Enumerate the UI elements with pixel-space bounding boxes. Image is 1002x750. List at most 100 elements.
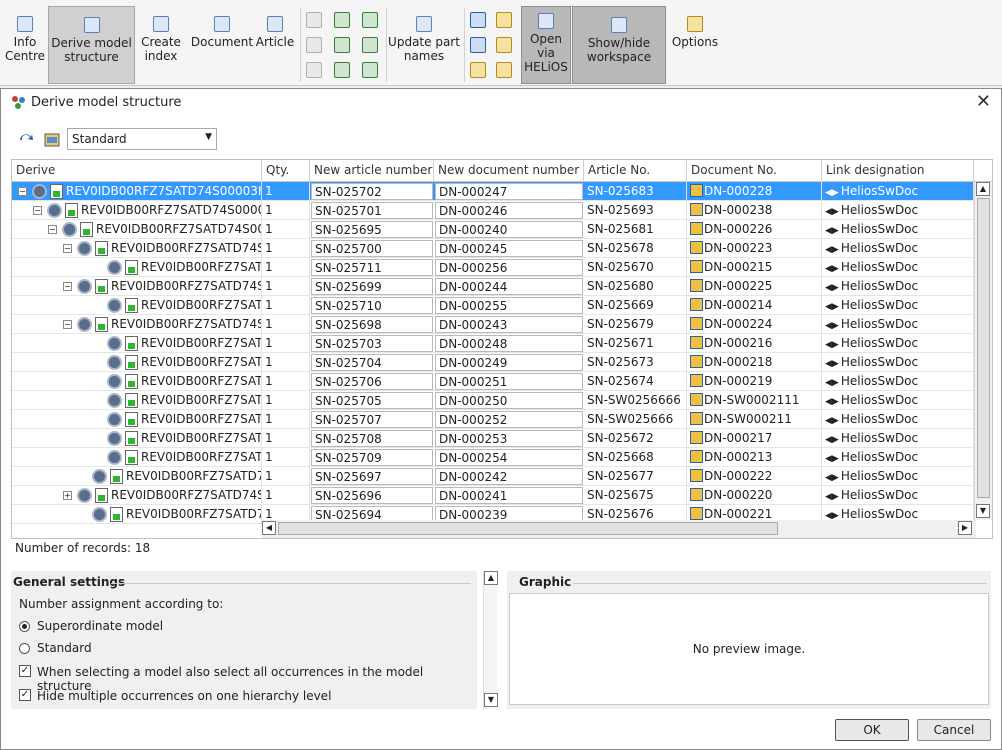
cancel-button[interactable]: Cancel (917, 719, 991, 741)
small-tool-icon[interactable] (306, 37, 322, 53)
close-icon[interactable]: ✕ (976, 91, 991, 112)
expand-toggle-icon[interactable]: − (48, 225, 57, 234)
new-article-number-input[interactable]: SN-025705 (311, 392, 433, 409)
new-article-number-input[interactable]: SN-025708 (311, 430, 433, 447)
scroll-thumb[interactable] (278, 522, 778, 535)
table-row[interactable]: REV0IDB00RFZ7SATD74S(1SN-025704DN-000249… (12, 353, 974, 372)
view-select[interactable]: Standard ▼ (67, 128, 217, 150)
new-document-number-input[interactable]: DN-000245 (435, 240, 583, 257)
table-row[interactable]: REV0IDB00RFZ7SATD74S(1SN-025709DN-000254… (12, 448, 974, 467)
options-button[interactable]: Options (670, 6, 720, 84)
new-article-number-input[interactable]: SN-025704 (311, 354, 433, 371)
expand-toggle-icon[interactable]: − (63, 320, 72, 329)
new-document-number-input[interactable]: DN-000253 (435, 430, 583, 447)
scroll-left-icon[interactable]: ◀ (262, 521, 276, 535)
new-article-number-input[interactable]: SN-025710 (311, 297, 433, 314)
checkbox-hide-multiple[interactable]: ✓ (19, 689, 31, 701)
folder-tool-icon[interactable] (470, 62, 486, 78)
new-document-number-input[interactable]: DN-000255 (435, 297, 583, 314)
expand-toggle-icon[interactable]: + (63, 491, 72, 500)
column-header-qty[interactable]: Qty. (262, 160, 310, 182)
column-header-new-article-number[interactable]: New article number (310, 160, 434, 182)
show-hide-workspace-button[interactable]: Show/hide workspace (572, 6, 666, 84)
info-centre-button[interactable]: Info Centre (4, 6, 46, 84)
column-header-document-no[interactable]: Document No. (687, 160, 822, 182)
table-row[interactable]: −REV0IDB00RFZ7SATD74S0001SN-025700DN-000… (12, 239, 974, 258)
new-article-number-input[interactable]: SN-025702 (311, 183, 433, 200)
new-article-number-input[interactable]: SN-025698 (311, 316, 433, 333)
table-row[interactable]: −REV0IDB00RFZ7SATD74S00003I1SN-025695DN-… (12, 220, 974, 239)
structure-tool-icon[interactable] (334, 62, 350, 78)
table-row[interactable]: REV0IDB00RFZ7SATD74S(1SN-025703DN-000248… (12, 334, 974, 353)
new-document-number-input[interactable]: DN-000244 (435, 278, 583, 295)
horizontal-scrollbar[interactable]: ◀ ▶ (262, 520, 976, 538)
table-row[interactable]: REV0IDB00RFZ7SATD74S(1SN-025711DN-000256… (12, 258, 974, 277)
scroll-up-icon[interactable]: ▲ (976, 182, 990, 196)
settings-scrollbar[interactable]: ▲ ▼ (483, 571, 498, 709)
new-document-number-input[interactable]: DN-000246 (435, 202, 583, 219)
new-document-number-input[interactable]: DN-000254 (435, 449, 583, 466)
scroll-up-icon[interactable]: ▲ (484, 571, 498, 585)
new-article-number-input[interactable]: SN-025701 (311, 202, 433, 219)
new-document-number-input[interactable]: DN-000242 (435, 468, 583, 485)
new-document-number-input[interactable]: DN-000241 (435, 487, 583, 504)
move-down-icon[interactable] (362, 62, 378, 78)
refresh-icon[interactable] (17, 131, 35, 149)
new-document-number-input[interactable]: DN-000243 (435, 316, 583, 333)
table-row[interactable]: −REV0IDB00RFZ7SATD74S0001SN-025698DN-000… (12, 315, 974, 334)
structure-tool-icon[interactable] (334, 37, 350, 53)
new-article-number-input[interactable]: SN-025700 (311, 240, 433, 257)
workspace-tool-icon[interactable] (470, 37, 486, 53)
structure-tool-icon[interactable] (334, 12, 350, 28)
expand-toggle-icon[interactable]: − (63, 244, 72, 253)
small-tool-icon[interactable] (306, 62, 322, 78)
table-row[interactable]: REV0IDB00RFZ7SATD74S(1SN-025710DN-000255… (12, 296, 974, 315)
column-header-article-no[interactable]: Article No. (584, 160, 687, 182)
new-article-number-input[interactable]: SN-025696 (311, 487, 433, 504)
table-row[interactable]: −REV0IDB00RFZ7SATD74S00003HFI1SN-025701D… (12, 201, 974, 220)
new-document-number-input[interactable]: DN-000248 (435, 335, 583, 352)
column-header-link-designation[interactable]: Link designation (822, 160, 974, 182)
vertical-scrollbar[interactable]: ▲ ▼ (974, 182, 992, 520)
derive-model-structure-button[interactable]: Derive model structure (48, 6, 135, 84)
table-row[interactable]: −REV0IDB00RFZ7SATD74S0001SN-025699DN-000… (12, 277, 974, 296)
new-document-number-input[interactable]: DN-000250 (435, 392, 583, 409)
table-row[interactable]: REV0IDB00RFZ7SATD74S(1SN-025707DN-000252… (12, 410, 974, 429)
column-header-derive[interactable]: Derive (12, 160, 262, 182)
new-article-number-input[interactable]: SN-025703 (311, 335, 433, 352)
update-part-names-button[interactable]: Update part names (388, 6, 460, 84)
scroll-right-icon[interactable]: ▶ (958, 521, 972, 535)
table-row[interactable]: +REV0IDB00RFZ7SATD74S0001SN-025696DN-000… (12, 486, 974, 505)
new-article-number-input[interactable]: SN-025706 (311, 373, 433, 390)
expand-toggle-icon[interactable]: − (33, 206, 42, 215)
new-article-number-input[interactable]: SN-025695 (311, 221, 433, 238)
scroll-down-icon[interactable]: ▼ (484, 693, 498, 707)
folder-tool-icon[interactable] (496, 12, 512, 28)
move-up-icon[interactable] (362, 12, 378, 28)
image-icon[interactable] (43, 131, 61, 149)
new-document-number-input[interactable]: DN-000252 (435, 411, 583, 428)
table-row[interactable]: REV0IDB00RFZ7SATD74S(1SN-025708DN-000253… (12, 429, 974, 448)
scroll-thumb[interactable] (977, 198, 990, 498)
ok-button[interactable]: OK (835, 719, 909, 741)
new-document-number-input[interactable]: DN-000249 (435, 354, 583, 371)
folder-icon[interactable] (496, 37, 512, 53)
folder-icon[interactable] (496, 62, 512, 78)
scroll-down-icon[interactable]: ▼ (976, 504, 990, 518)
checkbox-select-all-occurrences[interactable]: ✓ (19, 665, 31, 677)
new-document-number-input[interactable]: DN-000247 (435, 183, 583, 200)
new-document-number-input[interactable]: DN-000256 (435, 259, 583, 276)
workspace-tool-icon[interactable] (470, 12, 486, 28)
table-row[interactable]: REV0IDB00RFZ7SATD74S(1SN-025706DN-000251… (12, 372, 974, 391)
new-document-number-input[interactable]: DN-000251 (435, 373, 583, 390)
table-row[interactable]: −REV0IDB00RFZ7SATD74S00003HFG.SLDASM1SN-… (12, 182, 974, 201)
open-via-helios-button[interactable]: Open via HELiOS (521, 6, 571, 84)
new-article-number-input[interactable]: SN-025709 (311, 449, 433, 466)
radio-superordinate[interactable] (19, 621, 30, 632)
new-article-number-input[interactable]: SN-025697 (311, 468, 433, 485)
table-row[interactable]: REV0IDB00RFZ7SATD74S(1SN-025705DN-000250… (12, 391, 974, 410)
new-article-number-input[interactable]: SN-025699 (311, 278, 433, 295)
document-button[interactable]: Document (190, 6, 254, 84)
table-row[interactable]: REV0IDB00RFZ7SATD74S0001SN-025697DN-0002… (12, 467, 974, 486)
expand-toggle-icon[interactable]: − (63, 282, 72, 291)
